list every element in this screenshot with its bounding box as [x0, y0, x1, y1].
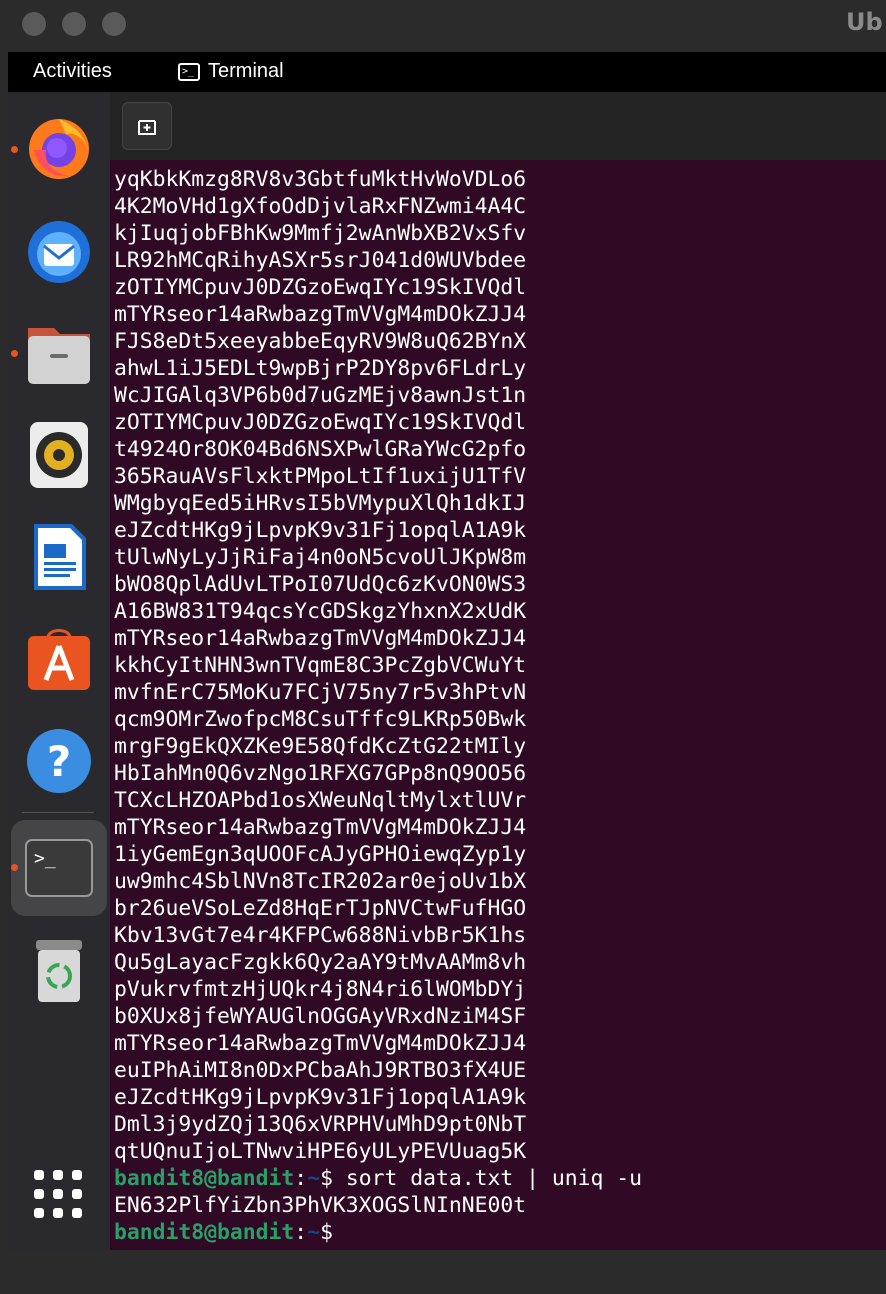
dock-item-firefox[interactable] [24, 112, 94, 182]
window-left-edge [0, 52, 8, 1294]
writer-icon [34, 524, 86, 590]
terminal-line: zOTIYMCpuvJ0DZGzoEwqIYc19SkIVQdl [114, 275, 527, 300]
terminal-line: A16BW831T94qcsYcGDSkgzYhxnX2xUdK [114, 599, 527, 624]
terminal-line: br26ueVSoLeZd8HqErTJpNVCtwFufHGO [114, 896, 527, 921]
app-menu[interactable]: >_ Terminal [178, 60, 284, 83]
terminal-line: euIPhAiMI8n0DxPCbaAhJ9RTBO3fX4UE [114, 1058, 527, 1083]
prompt-command: sort data.txt | uniq -u [345, 1166, 643, 1191]
new-tab-button[interactable] [122, 102, 172, 150]
dock-item-writer[interactable] [24, 522, 94, 592]
prompt-symbol: $ [320, 1166, 346, 1191]
help-icon: ? [27, 729, 91, 793]
window-titlebar: Ub [0, 0, 886, 52]
svg-text:>_: >_ [34, 848, 56, 869]
terminal-line: Qu5gLayacFzgkk6Qy2aAY9tMvAAMm8vh [114, 950, 527, 975]
trash-icon [36, 940, 82, 1002]
terminal-line: mrgF9gEkQXZKe9E58QfdKcZtG22tMIly [114, 734, 527, 759]
prompt-separator: : [294, 1166, 308, 1191]
terminal-line: t4924Or8OK04Bd6NSXPwlGRaYWcG2pfo [114, 437, 527, 462]
terminal-output[interactable]: yqKbkKmzg8RV8v3GbtfuMktHvWoVDLo6 4K2MoVHd… [110, 160, 886, 1250]
dock-item-files[interactable] [24, 318, 94, 388]
terminal-line: Dml3j9ydZQj13Q6xVRPHVuMhD9pt0NbT [114, 1112, 527, 1137]
terminal-line: 4K2MoVHd1gXfoOdDjvlaRxFNZwmi4A4C [114, 194, 527, 219]
svg-text:?: ? [47, 737, 71, 786]
running-indicator [11, 350, 18, 357]
command-result-line: EN632PlfYiZbn3PhVK3XOGSlNInNE00t [114, 1193, 527, 1218]
terminal-line: kjIuqjobFBhKw9Mmfj2wAnWbXB2VxSfv [114, 221, 527, 246]
close-window-button[interactable] [22, 12, 46, 36]
terminal-line: WMgbyqEed5iHRvsI5bVMypuXlQh1dkIJ [114, 491, 527, 516]
minimize-window-button[interactable] [62, 12, 86, 36]
prompt-separator: : [294, 1220, 308, 1245]
prompt-user-host: bandit8@bandit [114, 1220, 295, 1245]
terminal-line: b0XUx8jfeWYAUGlnOGGAyVRxdNziM4SF [114, 1004, 527, 1029]
terminal-line: LR92hMCqRihyASXr5srJ041d0WUVbdee [114, 248, 527, 273]
terminal-line: pVukrvfmtzHjUQkr4j8N4ri6lWOMbDYj [114, 977, 527, 1002]
terminal-prompt-line: bandit8@bandit:~$ [114, 1219, 642, 1246]
terminal-line: WcJIGAlq3VP6b0d7uGzMEjv8awnJst1n [114, 383, 527, 408]
dock-separator [22, 812, 94, 813]
terminal-line: Kbv13vGt7e4r4KFPCw688NivbBr5K1hs [114, 923, 527, 948]
dock: ? >_ [8, 92, 110, 1250]
terminal-line: mTYRseor14aRwbazgTmVVgM4mDOkZJJ4 [114, 1031, 527, 1056]
terminal-line: zOTIYMCpuvJ0DZGzoEwqIYc19SkIVQdl [114, 410, 527, 435]
window-title: Ub [846, 8, 883, 36]
terminal-line: mvfnErC75MoKu7FCjV75ny7r5v3hPtvN [114, 680, 527, 705]
window-bottom-bar [0, 1250, 886, 1294]
new-tab-icon [138, 120, 156, 135]
terminal-line: tUlwNyLyJjRiFaj4n0oN5cvoUlJKpW8m [114, 545, 527, 570]
thunderbird-icon [28, 221, 90, 283]
dock-item-software[interactable] [24, 624, 94, 694]
activities-button[interactable]: Activities [33, 60, 112, 83]
terminal-line: qcm9OMrZwofpcM8CsuTffc9LKRp50Bwk [114, 707, 527, 732]
terminal-line: ahwL1iJ5EDLt9wpBjrP2DY8pv6FLdrLy [114, 356, 527, 381]
terminal-line: TCXcLHZOAPbd1osXWeuNqltMylxtlUVr [114, 788, 527, 813]
terminal-line: bWO8QplAdUvLTPoI07UdQc6zKvON0WS3 [114, 572, 527, 597]
dock-item-rhythmbox[interactable] [24, 420, 94, 490]
terminal-lines: yqKbkKmzg8RV8v3GbtfuMktHvWoVDLo6 4K2MoVHd… [114, 166, 642, 1246]
terminal-line: 1iyGemEgn3qUOOFcAJyGPHOiewqZyp1y [114, 842, 527, 867]
terminal-line: kkhCyItNHN3wnTVqmE8C3PcZgbVCWuYt [114, 653, 527, 678]
terminal-line: mTYRseor14aRwbazgTmVVgM4mDOkZJJ4 [114, 302, 527, 327]
running-indicator [11, 864, 18, 871]
prompt-symbol: $ [320, 1220, 333, 1245]
terminal-icon: >_ [25, 839, 93, 897]
terminal-small-icon: >_ [178, 62, 200, 81]
gnome-top-bar: Activities >_ Terminal [8, 52, 886, 92]
terminal-line: FJS8eDt5xeeyabbeEqyRV9W8uQ62BYnX [114, 329, 527, 354]
terminal-headerbar [110, 92, 886, 160]
dock-item-help[interactable]: ? [24, 726, 94, 796]
zoom-window-button[interactable] [102, 12, 126, 36]
dock-item-trash[interactable] [24, 934, 94, 1004]
show-applications-icon[interactable] [34, 1170, 82, 1218]
terminal-line: 365RauAVsFlxktPMpoLtIf1uxijU1TfV [114, 464, 527, 489]
terminal-line: qtUQnuIjoLTNwviHPE6yULyPEVUuag5K [114, 1139, 527, 1164]
prompt-path: ~ [307, 1220, 321, 1245]
terminal-line: mTYRseor14aRwbazgTmVVgM4mDOkZJJ4 [114, 815, 527, 840]
dock-item-terminal[interactable]: >_ [24, 834, 94, 904]
terminal-prompt-line: bandit8@bandit:~$ sort data.txt | uniq -… [114, 1165, 642, 1192]
firefox-icon [29, 119, 89, 179]
terminal-line: HbIahMn0Q6vzNgo1RFXG7GPp8nQ9OO56 [114, 761, 527, 786]
terminal-line: eJZcdtHKg9jLpvpK9v31Fj1opqlA1A9k [114, 518, 527, 543]
terminal-line: mTYRseor14aRwbazgTmVVgM4mDOkZJJ4 [114, 626, 527, 651]
terminal-line: eJZcdtHKg9jLpvpK9v31Fj1opqlA1A9k [114, 1085, 527, 1110]
terminal-line: uw9mhc4SblNVn8TcIR202ar0ejoUv1bX [114, 869, 527, 894]
terminal-line: yqKbkKmzg8RV8v3GbtfuMktHvWoVDLo6 [114, 167, 527, 192]
prompt-user-host: bandit8@bandit [114, 1166, 295, 1191]
dock-item-thunderbird[interactable] [24, 216, 94, 286]
app-menu-label: Terminal [208, 60, 284, 82]
rhythmbox-icon [30, 422, 88, 488]
files-icon [28, 328, 90, 384]
prompt-path: ~ [307, 1166, 321, 1191]
running-indicator [11, 146, 18, 153]
software-icon [28, 629, 90, 690]
